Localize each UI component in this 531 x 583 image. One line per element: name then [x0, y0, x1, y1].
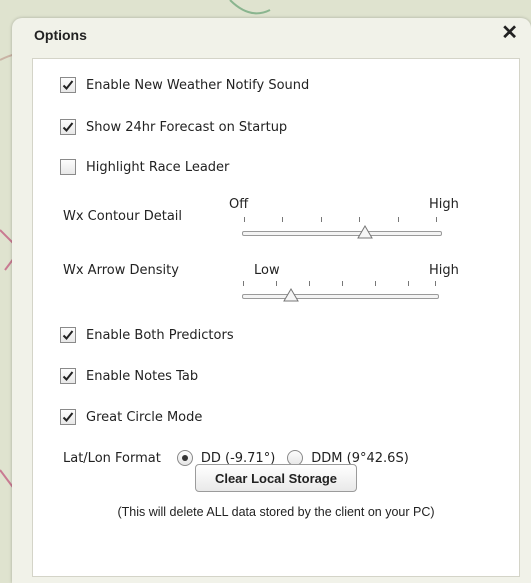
arrow-density-label: Wx Arrow Density — [63, 263, 179, 278]
race-leader-checkbox[interactable] — [60, 159, 76, 175]
contour-slider-track[interactable] — [242, 231, 442, 236]
race-leader-label: Highlight Race Leader — [86, 159, 230, 175]
clear-local-storage-button[interactable]: Clear Local Storage — [195, 464, 357, 492]
arrow-slider-track[interactable] — [242, 294, 439, 299]
arrow-min-label: Low — [254, 263, 280, 278]
checkmark-icon — [62, 371, 74, 381]
dialog-title: Options — [34, 27, 87, 43]
contour-max-label: High — [429, 197, 459, 212]
notes-tab-checkbox[interactable] — [60, 368, 76, 384]
storage-warning-note: (This will delete ALL data stored by the… — [117, 505, 435, 519]
arrow-max-label: High — [429, 263, 459, 278]
option-great-circle[interactable]: Great Circle Mode — [33, 409, 202, 425]
both-predictors-checkbox[interactable] — [60, 327, 76, 343]
option-weather-sound[interactable]: Enable New Weather Notify Sound — [33, 77, 309, 93]
great-circle-label: Great Circle Mode — [86, 409, 203, 425]
options-dialog: Options ✕ Enable New Weather Notify Soun… — [12, 18, 531, 583]
both-predictors-label: Enable Both Predictors — [86, 327, 234, 343]
weather-sound-label: Enable New Weather Notify Sound — [86, 77, 310, 93]
latlon-dd-radio[interactable] — [176, 450, 193, 466]
checkmark-icon — [62, 330, 74, 340]
forecast-label: Show 24hr Forecast on Startup — [86, 119, 288, 135]
forecast-checkbox[interactable] — [60, 119, 76, 135]
weather-sound-checkbox[interactable] — [60, 77, 76, 93]
contour-min-label: Off — [229, 197, 249, 212]
great-circle-checkbox[interactable] — [60, 409, 76, 425]
options-panel: Enable New Weather Notify Sound Show 24h… — [32, 58, 520, 577]
latlon-format-label: Lat/Lon Format — [63, 450, 161, 466]
contour-slider-thumb[interactable] — [356, 225, 373, 239]
option-24hr-forecast[interactable]: Show 24hr Forecast on Startup — [33, 119, 287, 135]
checkmark-icon — [62, 412, 74, 422]
checkmark-icon — [62, 122, 74, 132]
contour-label: Wx Contour Detail — [63, 209, 183, 224]
close-icon[interactable]: ✕ — [501, 20, 518, 45]
checkmark-icon — [62, 80, 74, 90]
option-notes-tab[interactable]: Enable Notes Tab — [33, 368, 198, 384]
arrow-slider-thumb[interactable] — [282, 288, 299, 302]
option-race-leader[interactable]: Highlight Race Leader — [33, 159, 229, 175]
notes-tab-label: Enable Notes Tab — [86, 368, 199, 384]
option-both-predictors[interactable]: Enable Both Predictors — [33, 327, 234, 343]
